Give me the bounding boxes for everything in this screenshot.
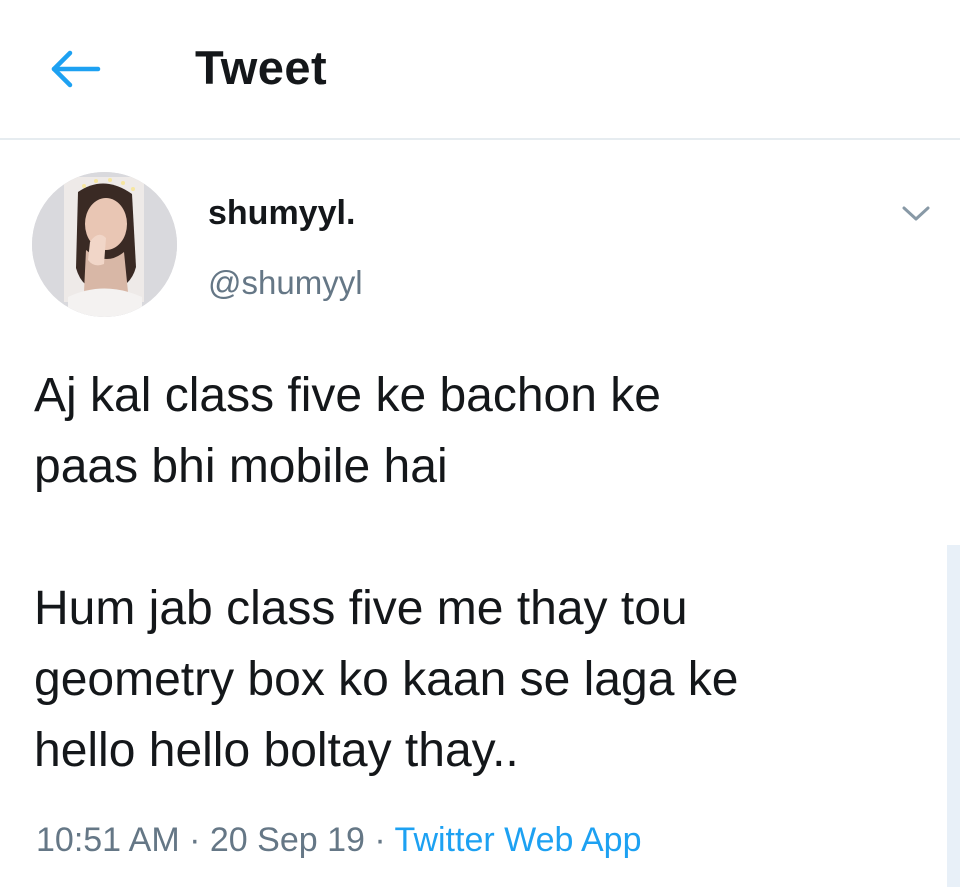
- chevron-down-icon: [902, 206, 930, 221]
- tweet-text-line: geometry box ko kaan se laga ke: [34, 653, 739, 706]
- tweet-text-line: hello hello boltay thay..: [34, 724, 519, 777]
- tweet-text-line: Aj kal class five ke bachon ke: [34, 369, 661, 422]
- back-button[interactable]: [44, 44, 104, 94]
- author-display-name[interactable]: shumyyl.: [208, 192, 355, 234]
- tweet-metadata: 10:51 AM · 20 Sep 19 · Twitter Web App: [36, 818, 641, 862]
- top-app-bar: Tweet: [0, 0, 960, 140]
- tweet-text-line: paas bhi mobile hai: [34, 440, 448, 493]
- more-options-button[interactable]: [896, 198, 936, 228]
- tweet-text: Aj kal class five ke bachon ke paas bhi …: [34, 360, 914, 786]
- tweet-source-link[interactable]: Twitter Web App: [395, 821, 642, 859]
- scrollbar-track[interactable]: [947, 545, 960, 887]
- tweet-text-line: Hum jab class five me thay tou: [34, 582, 688, 635]
- tweet-time: 10:51 AM: [36, 821, 180, 859]
- arrow-left-icon: [51, 50, 101, 88]
- tweet-detail-screen: Tweet shumyyl. @shumyyl Aj kal class fiv…: [0, 0, 960, 887]
- page-title: Tweet: [195, 41, 328, 94]
- author-handle[interactable]: @shumyyl: [208, 262, 363, 304]
- meta-separator: ·: [374, 821, 386, 859]
- profile-photo: [32, 172, 177, 317]
- tweet-date: 20 Sep 19: [209, 821, 365, 859]
- avatar[interactable]: [32, 172, 177, 317]
- meta-separator: ·: [189, 821, 201, 859]
